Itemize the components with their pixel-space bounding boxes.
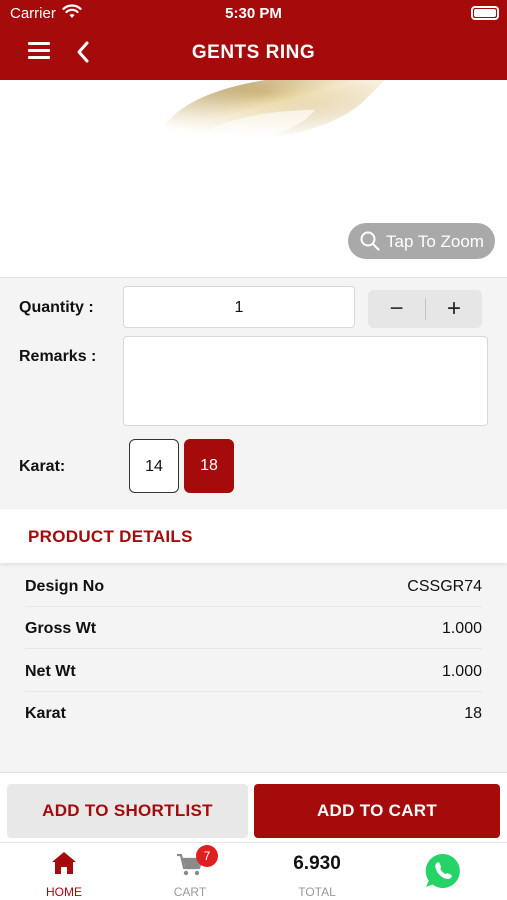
karat-option-14[interactable]: 14 [129, 439, 179, 493]
add-to-cart-button[interactable]: ADD TO CART [254, 784, 500, 838]
add-to-shortlist-button[interactable]: ADD TO SHORTLIST [7, 784, 248, 838]
battery-icon [471, 6, 499, 20]
top-bar: Carrier 5:30 PM GENTS RING [0, 0, 507, 80]
clock: 5:30 PM [225, 5, 282, 22]
zoom-label: Tap To Zoom [386, 232, 484, 251]
quantity-input[interactable]: 1 [123, 286, 355, 328]
detail-key: Gross Wt [25, 620, 97, 637]
tab-home-label: HOME [46, 885, 82, 899]
decrement-button[interactable]: − [368, 290, 425, 328]
total-value: 6.930 [293, 853, 341, 874]
product-image-area[interactable]: Tap To Zoom [0, 80, 507, 278]
detail-key: Karat [25, 705, 66, 722]
increment-button[interactable]: + [426, 290, 482, 328]
tab-total-label: TOTAL [298, 885, 336, 899]
detail-row-design-no: Design No CSSGR74 [25, 565, 482, 607]
nav-bar: GENTS RING [0, 28, 507, 80]
detail-value: 1.000 [441, 663, 482, 680]
ring-image [145, 80, 385, 144]
detail-row-net-wt: Net Wt 1.000 [25, 650, 482, 692]
remarks-field[interactable] [123, 336, 488, 426]
tab-cart[interactable]: 7 CART [150, 843, 230, 900]
tab-whatsapp[interactable] [418, 843, 468, 900]
product-details-header: PRODUCT DETAILS [0, 509, 507, 563]
product-details-title: PRODUCT DETAILS [28, 527, 193, 546]
karat-label: Karat: [19, 458, 66, 475]
detail-row-karat: Karat 18 [25, 692, 482, 734]
detail-row-gross-wt: Gross Wt 1.000 [25, 607, 482, 649]
tab-total[interactable]: 6.930 TOTAL [277, 843, 357, 900]
detail-key: Design No [25, 578, 105, 595]
home-icon [51, 851, 77, 880]
tap-to-zoom-button[interactable]: Tap To Zoom [348, 223, 495, 259]
tab-cart-label: CART [173, 885, 207, 899]
remarks-label: Remarks : [19, 348, 97, 365]
tab-home[interactable]: HOME [24, 843, 104, 900]
page-title: GENTS RING [191, 42, 316, 63]
detail-value: CSSGR74 [407, 578, 482, 595]
detail-key: Net Wt [25, 663, 76, 680]
status-bar: Carrier 5:30 PM [0, 0, 507, 28]
karat-option-18[interactable]: 18 [184, 439, 234, 493]
cart-count-badge: 7 [196, 845, 218, 867]
whatsapp-icon [424, 852, 462, 895]
search-icon [360, 231, 380, 256]
action-bar: ADD TO SHORTLIST ADD TO CART [0, 772, 507, 842]
detail-value: 18 [464, 705, 482, 722]
tab-bar: HOME 7 CART 6.930 TOTAL [0, 842, 507, 900]
quantity-label: Quantity : [19, 299, 94, 316]
quantity-stepper: − + [368, 290, 482, 328]
detail-value: 1.000 [441, 620, 482, 637]
